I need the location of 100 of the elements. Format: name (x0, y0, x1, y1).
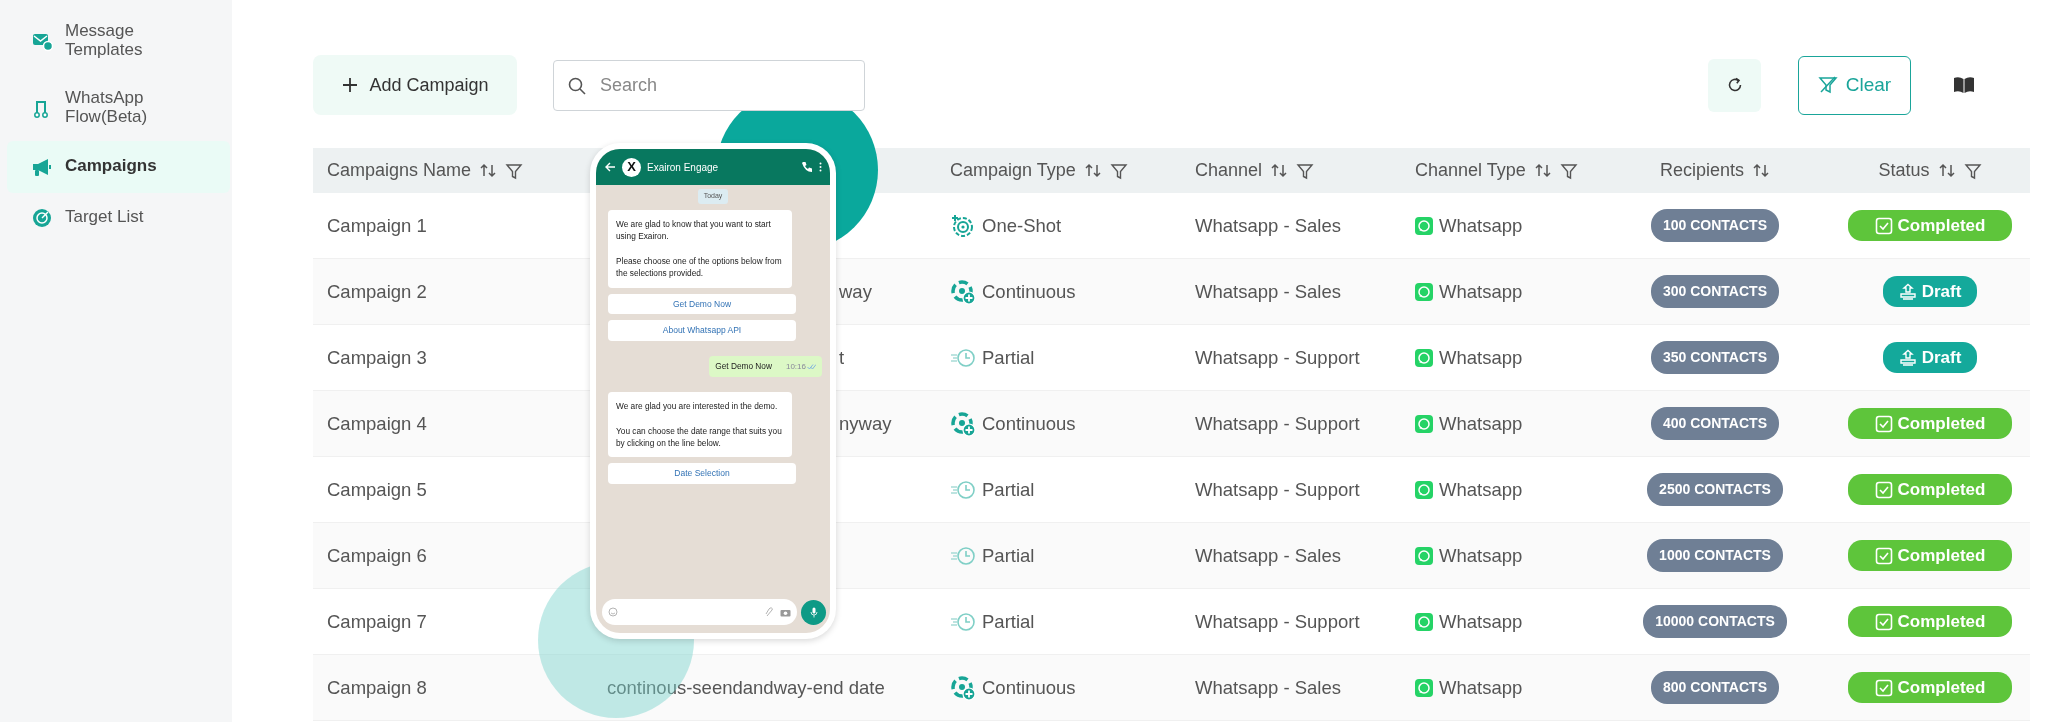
filter-icon[interactable] (1296, 161, 1315, 180)
check-square-icon (1874, 216, 1893, 235)
status-badge: Draft (1882, 341, 1978, 374)
sort-icon[interactable] (1752, 162, 1770, 179)
sort-icon[interactable] (479, 162, 498, 179)
table-cell-text: Partial (982, 609, 1035, 634)
status-badge: Draft (1882, 275, 1978, 308)
table-cell-text: Campaign 1 (327, 213, 427, 238)
chat-icon (1415, 282, 1433, 301)
target-arrow-icon (950, 212, 976, 239)
filter-icon[interactable] (1963, 161, 1982, 180)
table-cell-text: Whatsapp (1439, 477, 1523, 502)
table-cell-text: Whatsapp - Support (1195, 609, 1360, 634)
table-cell-text: continous-seendandway-end date (607, 675, 885, 700)
column-header[interactable]: Recipients (1659, 157, 1744, 184)
table-cell-text: Whatsapp - Support (1195, 411, 1360, 436)
status-badge: Completed (1848, 605, 2012, 638)
stamp-icon (1898, 282, 1917, 301)
chat-icon (1415, 216, 1433, 235)
status-badge: Completed (1848, 209, 2012, 242)
table-cell-text: Campaign 6 (327, 543, 427, 568)
check-square-icon (1874, 546, 1893, 565)
table-cell-text: Whatsapp (1439, 675, 1523, 700)
microphone-icon (809, 606, 818, 618)
table-cell-text: Whatsapp (1439, 345, 1523, 370)
status-badge: Completed (1848, 671, 2012, 704)
check-square-icon (1874, 480, 1893, 499)
status-badge: Completed (1848, 407, 2012, 440)
table-cell-text: Whatsapp (1439, 609, 1523, 634)
contacts-badge: 300 CONTACTS (1651, 275, 1779, 308)
plus-icon (341, 76, 360, 94)
paperclip-icon (765, 606, 774, 618)
table-cell-text: Continuous (982, 675, 1076, 700)
table-cell-text: Continuous (982, 411, 1076, 436)
more-icon (819, 162, 822, 172)
table-cell-text: Whatsapp - Sales (1195, 543, 1341, 568)
message-bubble: We are glad to know that you want to start using Exairon. Please choose one of the options below from the selections provided. (608, 209, 792, 288)
table-cell-text: One-Shot (982, 213, 1062, 238)
table-cell-text: t (839, 345, 845, 370)
check-square-icon (1874, 678, 1893, 697)
table-cell-text: way (839, 279, 872, 304)
contacts-badge: 350 CONTACTS (1651, 341, 1779, 374)
search-field[interactable]: Search (553, 59, 865, 111)
cycle-plus-icon (950, 278, 976, 305)
column-header[interactable]: Campaign Type (950, 157, 1076, 184)
message-text: Get Demo Now (715, 360, 772, 373)
status-badge: Completed (1848, 473, 2012, 506)
column-header[interactable]: Status (1878, 157, 1930, 184)
table-cell-text: Continuous (982, 279, 1076, 304)
reply-button[interactable]: Date Selection (608, 463, 796, 485)
sort-icon[interactable] (1937, 162, 1956, 179)
table-cell-text: Campaign 5 (327, 477, 427, 502)
back-arrow-icon (604, 161, 616, 173)
column-header[interactable]: Channel (1195, 157, 1263, 184)
mic-button[interactable] (801, 599, 826, 625)
chat-icon (1415, 414, 1433, 433)
table-cell-text: Campaign 7 (327, 609, 427, 634)
filter-icon[interactable] (1559, 161, 1578, 180)
filter-icon[interactable] (1109, 161, 1128, 180)
table-cell-text: Whatsapp - Sales (1195, 675, 1341, 700)
chat-icon (1415, 348, 1433, 367)
stamp-icon (1898, 348, 1917, 367)
sort-icon[interactable] (1270, 162, 1289, 179)
sort-icon[interactable] (1083, 162, 1102, 179)
table-cell-text: Whatsapp - Sales (1195, 279, 1341, 304)
table-cell-text: Whatsapp - Support (1195, 477, 1360, 502)
book-icon[interactable] (1953, 76, 1975, 94)
contacts-badge: 10000 CONTACTS (1643, 605, 1787, 638)
table-cell-text: Whatsapp (1439, 213, 1523, 238)
sort-icon[interactable] (1533, 162, 1552, 179)
chat-icon (1415, 480, 1433, 499)
double-check-icon (807, 363, 816, 370)
check-square-icon (1874, 612, 1893, 631)
logo: X (622, 157, 641, 177)
sidebar-item[interactable]: Target List (7, 206, 230, 229)
cycle-plus-icon (950, 410, 976, 437)
chat-icon (1415, 678, 1433, 697)
message-bubble: We are glad you are interested in the demo. You can choose the date range that suits you by clicking on the line below. (608, 391, 792, 458)
sidebar-item[interactable]: Campaigns (7, 140, 230, 193)
sidebar-item[interactable]: Message Templates (7, 22, 230, 60)
sidebar-item[interactable]: WhatsApp Flow(Beta) (7, 89, 230, 127)
table-cell-text: Whatsapp (1439, 279, 1523, 304)
emoji-icon (608, 607, 618, 617)
phone-call-icon (801, 161, 813, 173)
add-campaign-button[interactable]: Add Campaign (313, 55, 517, 115)
message-input[interactable] (602, 599, 797, 625)
table-cell-text: Partial (982, 345, 1035, 370)
contacts-badge: 1000 CONTACTS (1647, 539, 1783, 572)
table-cell-text: Partial (982, 477, 1035, 502)
reply-button[interactable]: About Whatsapp API (608, 320, 796, 342)
table-cell-text: Campaign 3 (327, 345, 427, 370)
column-header[interactable]: Channel Type (1415, 157, 1526, 184)
column-header[interactable]: Campaigns Name (327, 157, 472, 184)
chat-icon (1415, 612, 1433, 631)
table-cell-text: Campaign 8 (327, 675, 427, 700)
filter-clear-icon (1817, 75, 1838, 95)
table-cell-text: Whatsapp - Support (1195, 345, 1360, 370)
reply-button[interactable]: Get Demo Now (608, 293, 796, 315)
status-badge: Completed (1848, 539, 2012, 572)
filter-icon[interactable] (505, 161, 524, 180)
